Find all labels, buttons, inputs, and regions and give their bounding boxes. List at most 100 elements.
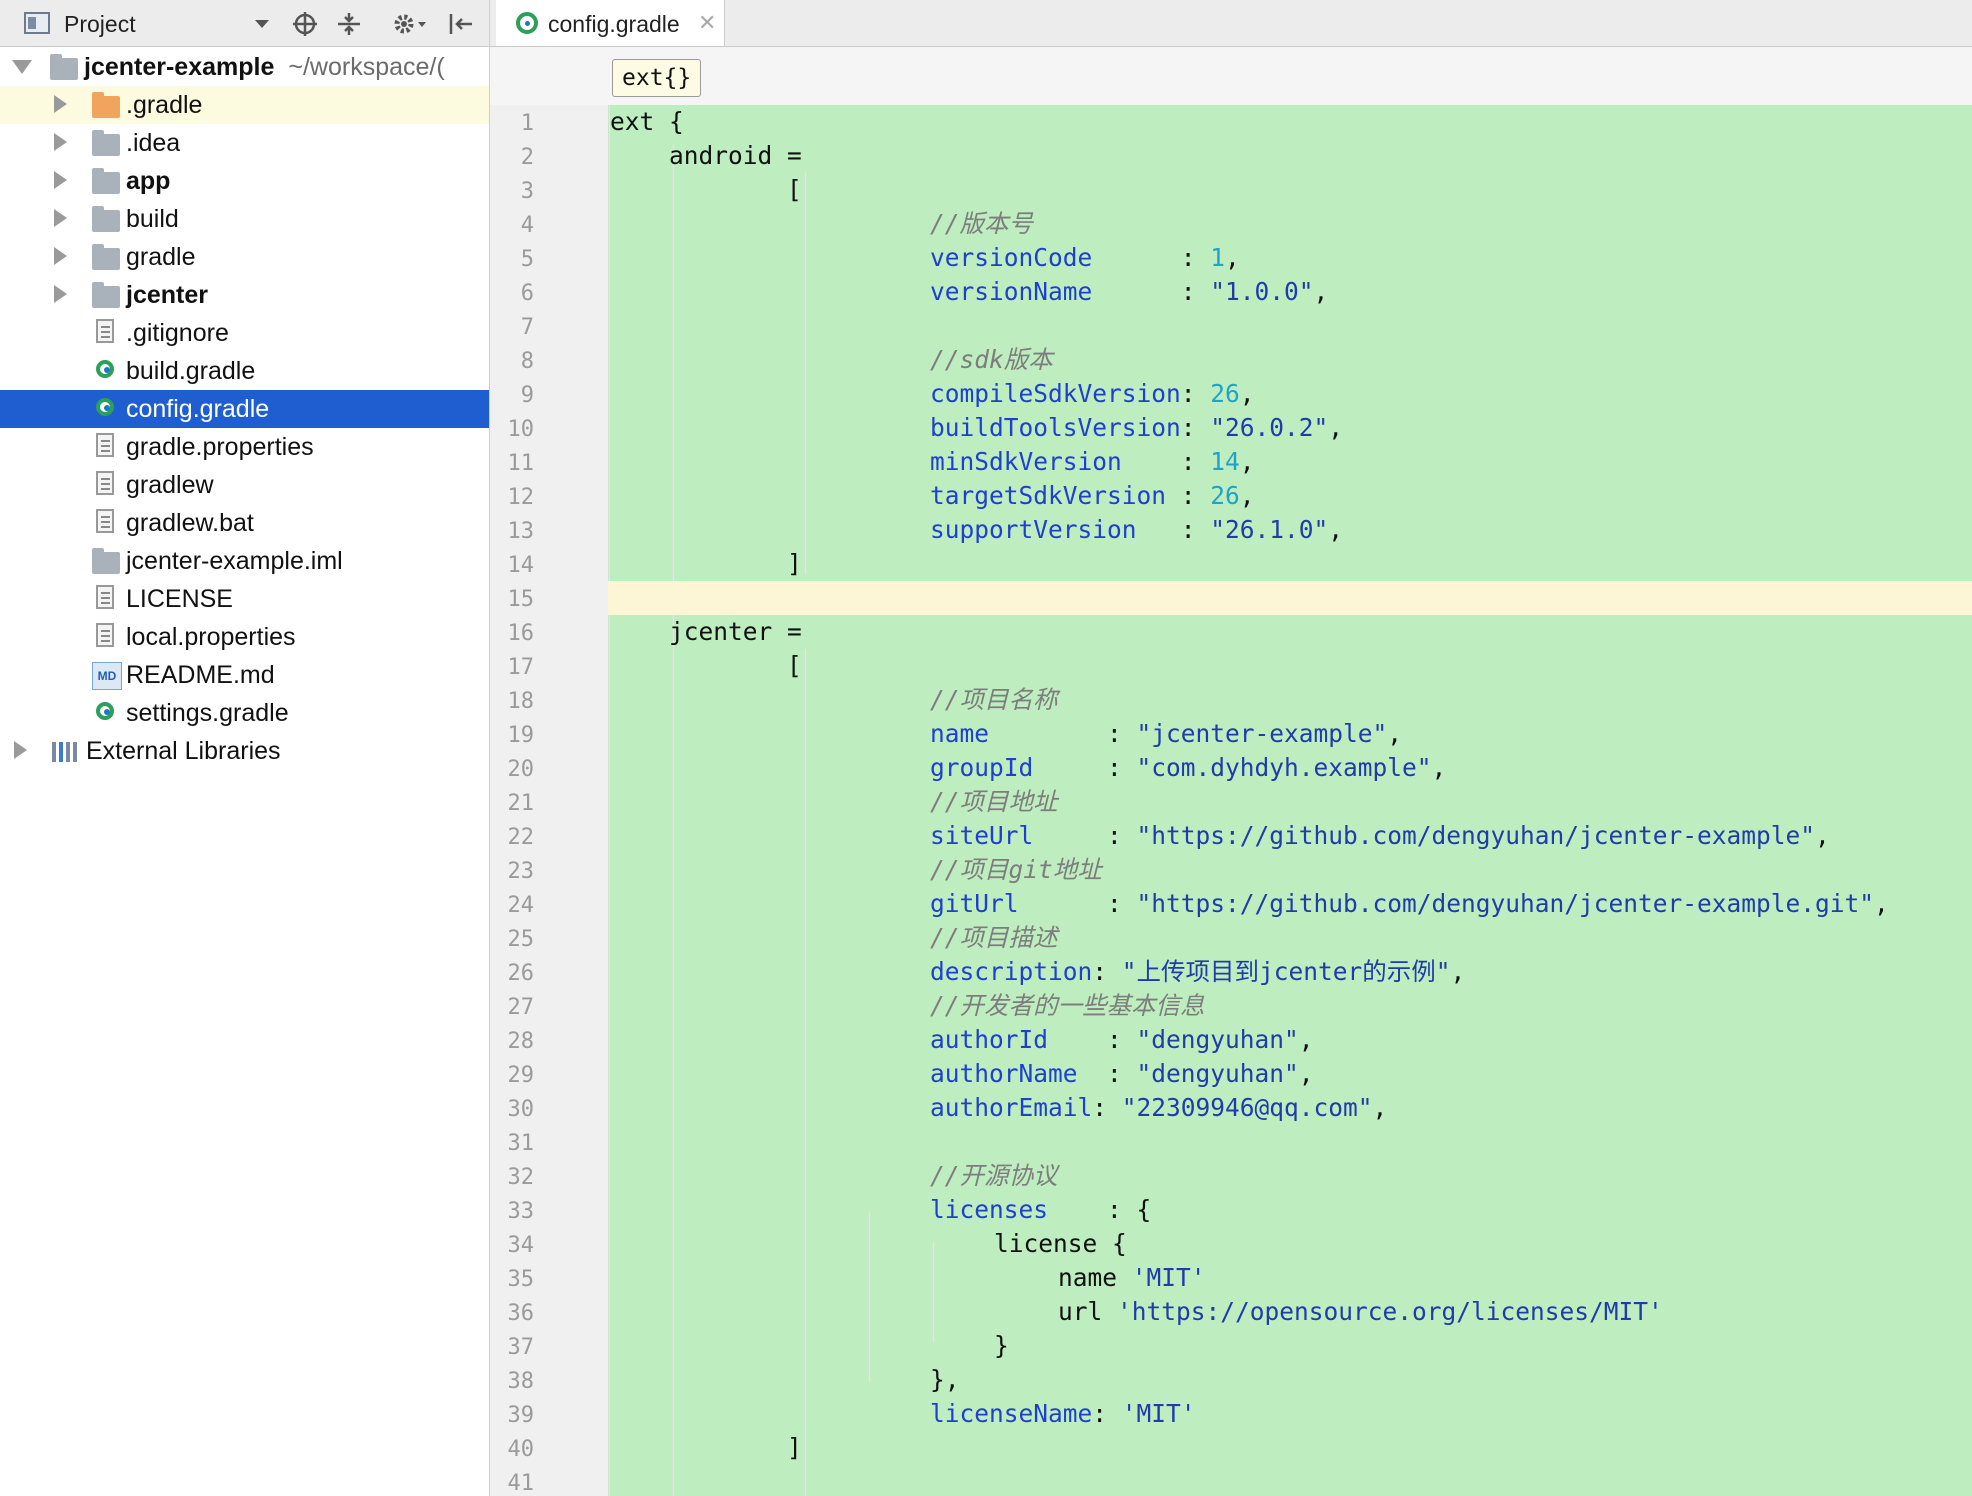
code-line: ] [610, 1433, 802, 1462]
line-number: 19 [507, 723, 535, 748]
markdown-file-icon: MD [92, 662, 122, 690]
tree-item-iml[interactable]: jcenter-example.iml [0, 542, 489, 580]
tree-item-dot-gradle[interactable]: .gradle [0, 86, 489, 124]
tree-item-app[interactable]: app [0, 162, 489, 200]
code-line: //开发者的一些基本信息 [608, 989, 1972, 1023]
text-file-icon [96, 319, 114, 343]
code-line: versionCode : 1, [930, 243, 1240, 272]
code-key: versionName [930, 277, 1093, 306]
code-comment: //开发者的一些基本信息 [930, 991, 1205, 1020]
tab-config-gradle[interactable]: config.gradle ✕ [496, 0, 725, 46]
project-path: ~/workspace/( [288, 53, 445, 81]
code-key: supportVersion [930, 515, 1137, 544]
code-line: versionName : "1.0.0", [930, 277, 1329, 306]
expand-arrow-icon[interactable] [54, 95, 67, 113]
tree-item-label: jcenter-example ~/workspace/( [84, 53, 445, 81]
tree-item-local-properties[interactable]: local.properties [0, 618, 489, 656]
collapse-all-icon[interactable] [336, 11, 362, 37]
code-value: 'MIT' [1131, 1263, 1206, 1292]
code-line: licenses : { [930, 1195, 1152, 1224]
tree-item-config-gradle[interactable]: config.gradle [0, 390, 489, 428]
code-line: //版本号 [608, 207, 1972, 241]
code-comment: //版本号 [930, 209, 1034, 238]
expand-arrow-icon[interactable] [54, 285, 67, 303]
code-line: supportVersion : "26.1.0", [930, 515, 1344, 544]
locate-icon[interactable] [292, 11, 318, 37]
module-folder-icon [92, 282, 120, 308]
code-line: authorName : "dengyuhan", [930, 1059, 1314, 1088]
tree-item-external-libraries[interactable]: External Libraries [0, 732, 489, 770]
tree-item-label: gradle.properties [126, 433, 314, 461]
tree-item-gradle-folder[interactable]: gradle [0, 238, 489, 276]
gear-icon[interactable] [392, 11, 428, 37]
code-key: licenseName [930, 1399, 1093, 1428]
code-value: "dengyuhan" [1136, 1025, 1299, 1054]
properties-file-icon [96, 623, 114, 647]
text-file-icon [96, 585, 114, 609]
code-value: "26.0.2" [1210, 413, 1329, 442]
tree-item-label: build.gradle [126, 357, 256, 385]
code-comment: //sdk版本 [930, 345, 1053, 374]
tree-item-gradlew[interactable]: gradlew [0, 466, 489, 504]
tree-item-label: .gitignore [126, 319, 229, 347]
code-line: //项目描述 [608, 921, 1972, 955]
code-key: authorEmail [930, 1093, 1093, 1122]
line-number: 35 [507, 1267, 535, 1292]
code-value: 26 [1210, 379, 1240, 408]
code-key: siteUrl [930, 821, 1034, 850]
project-view-title[interactable]: Project [64, 11, 136, 38]
project-view-icon[interactable] [24, 12, 52, 36]
chevron-down-icon[interactable] [254, 18, 270, 30]
code-value: 14 [1210, 447, 1240, 476]
expand-arrow-icon[interactable] [54, 209, 67, 227]
tree-item-settings-gradle[interactable]: settings.gradle [0, 694, 489, 732]
tree-item-build[interactable]: build [0, 200, 489, 238]
expand-arrow-icon[interactable] [12, 60, 32, 74]
tree-item-root[interactable]: jcenter-example ~/workspace/( [0, 48, 489, 86]
expand-arrow-icon[interactable] [54, 133, 67, 151]
gradle-file-icon [96, 360, 114, 378]
tree-item-label: .gradle [126, 91, 203, 119]
code-line: //项目名称 [608, 683, 1972, 717]
tree-item-readme[interactable]: MD README.md [0, 656, 489, 694]
hide-panel-icon[interactable] [448, 11, 474, 37]
tree-item-label: settings.gradle [126, 699, 289, 727]
code-key: targetSdkVersion [930, 481, 1167, 510]
folder-icon [92, 244, 120, 270]
code-comment: //项目描述 [930, 923, 1058, 952]
line-number: 12 [507, 485, 535, 510]
tree-item-label: .idea [126, 129, 181, 157]
line-number: 40 [507, 1437, 535, 1462]
line-number: 26 [507, 961, 535, 986]
line-number: 41 [507, 1471, 535, 1496]
expand-arrow-icon[interactable] [14, 741, 27, 759]
code-key: name [1058, 1263, 1118, 1292]
code-line: jcenter = [610, 617, 802, 646]
expand-arrow-icon[interactable] [54, 247, 67, 265]
tree-item-jcenter[interactable]: jcenter [0, 276, 489, 314]
tree-item-build-gradle[interactable]: build.gradle [0, 352, 489, 390]
line-number: 6 [520, 281, 534, 306]
text-file-icon [96, 471, 114, 495]
line-number: 15 [507, 587, 535, 612]
close-icon[interactable]: ✕ [698, 10, 716, 36]
code-line: targetSdkVersion : 26, [930, 481, 1255, 510]
tree-item-gitignore[interactable]: .gitignore [0, 314, 489, 352]
breadcrumb[interactable]: ext{} [612, 59, 702, 97]
code-value: 'https://opensource.org/licenses/MIT' [1117, 1297, 1663, 1326]
line-number: 5 [520, 247, 534, 272]
tree-item-gradlew-bat[interactable]: gradlew.bat [0, 504, 489, 542]
caret-line [608, 581, 1972, 615]
tree-item-idea[interactable]: .idea [0, 124, 489, 162]
code-value: 26 [1210, 481, 1240, 510]
code-line: minSdkVersion : 14, [930, 447, 1255, 476]
expand-arrow-icon[interactable] [54, 171, 67, 189]
tree-item-gradle-properties[interactable]: gradle.properties [0, 428, 489, 466]
code-value: 1 [1210, 243, 1226, 272]
line-number: 29 [507, 1063, 535, 1088]
project-panel: Project jcenter-example ~/workspace/( .gr… [0, 0, 490, 1496]
code-key: gitUrl [930, 889, 1019, 918]
code-area[interactable]: ext { android = [ //版本号 versionCode : 1,… [608, 105, 1972, 1496]
tree-item-license[interactable]: LICENSE [0, 580, 489, 618]
line-number: 7 [520, 315, 534, 340]
